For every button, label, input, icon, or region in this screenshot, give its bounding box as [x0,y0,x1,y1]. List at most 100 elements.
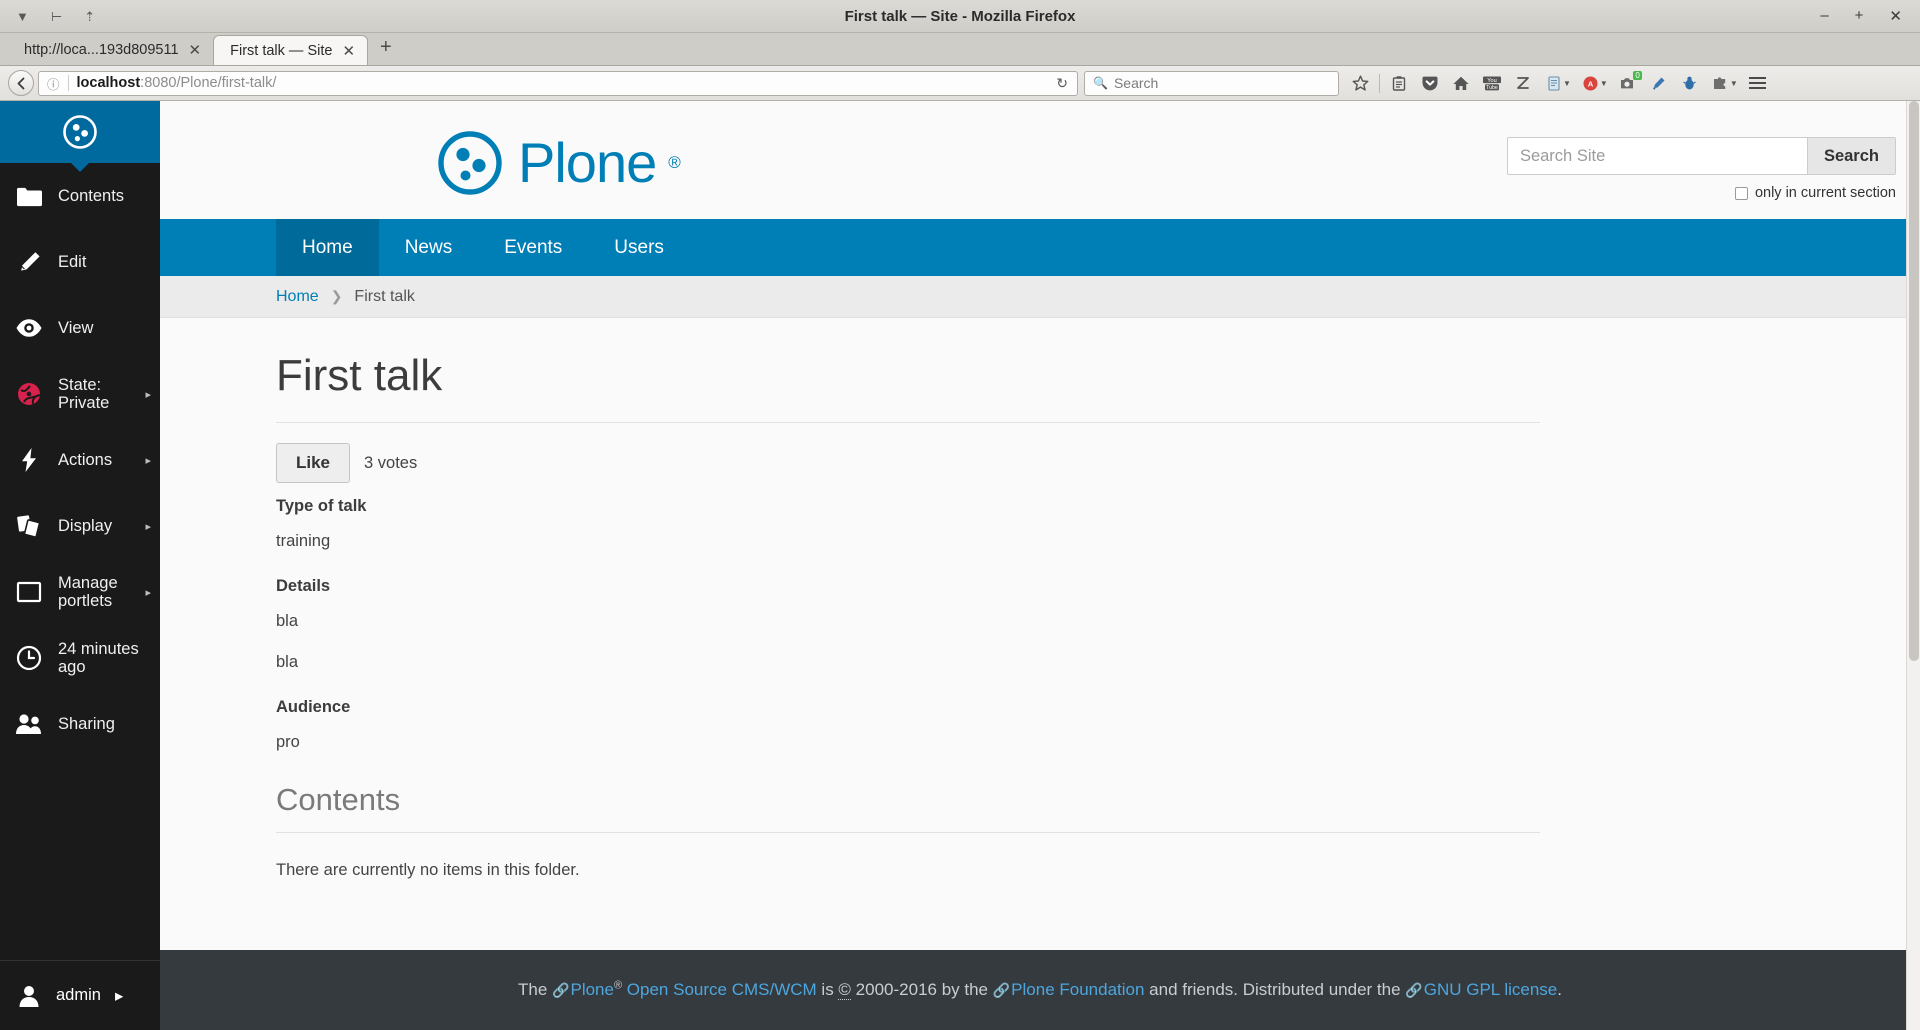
site-logo[interactable]: Plone ® [434,127,681,199]
site-search-area: Search Site Search only in current secti… [1507,127,1896,201]
urlbar-divider [68,75,69,91]
reload-icon[interactable]: ↻ [1051,75,1073,92]
site-header: Plone ® Search Site Search only in curre… [160,101,1920,219]
chevron-right-icon[interactable]: ▸ [145,454,151,467]
footer-text-2: is [817,980,839,999]
link-icon: 🔗 [1405,982,1423,998]
chevron-right-icon[interactable]: ▸ [145,388,151,401]
sidebar-item-state-private[interactable]: State: Private ▸ [0,361,160,427]
sidebar-item-label: Display [58,517,112,535]
content-area: First talk Like 3 votes Type of talk tra… [160,318,1920,950]
contents-section-title: Contents [276,782,1540,818]
caret-down-icon[interactable]: ▼ [16,10,29,23]
sidebar-item-actions[interactable]: Actions ▸ [0,427,160,493]
plone-logo-icon [434,127,506,199]
content-inner: First talk Like 3 votes Type of talk tra… [276,352,1636,880]
only-current-section-row[interactable]: only in current section [1735,185,1896,201]
home-icon[interactable] [1445,70,1476,97]
adblock-icon[interactable]: A [1575,70,1606,97]
address-bar[interactable]: ⓘ localhost:8080/Plone/first-talk/ ↻ [38,71,1078,96]
footer-years: 2000-2016 by the [851,980,993,999]
reader-list-icon[interactable] [1383,70,1414,97]
sidebar-item-history[interactable]: 24 minutes ago [0,625,160,691]
footer-link-cms[interactable]: Open Source CMS/WCM [622,980,817,999]
titlebar-left-icons: ▼ ⊢ ⇡ [0,10,95,23]
footer-text-4: . [1557,980,1562,999]
sidebar-item-contents[interactable]: Contents [0,163,160,229]
like-button[interactable]: Like [276,443,350,483]
browser-tab-1[interactable]: http://loca...193d809511 ✕ [8,35,213,65]
page-title: First talk [276,352,1540,400]
sidebar-item-manage-portlets[interactable]: Manage portlets ▸ [0,559,160,625]
firebug-icon[interactable] [1674,70,1705,97]
chevron-right-icon[interactable]: ▸ [145,520,151,533]
sidebar-item-sharing[interactable]: Sharing [0,691,160,757]
scrollbar-thumb[interactable] [1909,101,1919,661]
toolbar-divider [1379,74,1380,93]
greenshot-icon[interactable]: 0 [1612,70,1643,97]
tab-label: http://loca...193d809511 [24,42,179,58]
sidebar-item-label: State: Private [58,376,150,413]
footer-text-3: and friends. Distributed under the [1144,980,1405,999]
field-type-of-talk: Type of talk training [276,497,1540,551]
browser-tab-2[interactable]: First talk — Site ✕ [213,35,368,65]
footer-text-1: The [518,980,552,999]
field-value: training [276,532,1540,551]
page-document-icon[interactable] [1538,70,1569,97]
site-info-icon[interactable]: ⓘ [47,74,60,93]
sidebar-item-display[interactable]: Display ▸ [0,493,160,559]
footer-link-license[interactable]: GNU GPL license [1424,980,1558,999]
chevron-right-icon[interactable]: ▸ [115,986,123,1006]
footer-copyright-symbol: © [838,980,851,1000]
sidebar-item-view[interactable]: View [0,295,160,361]
breadcrumb-link-home[interactable]: Home [276,288,319,306]
sidebar-item-label: Contents [58,187,124,205]
sidebar-item-label: Manage portlets [58,574,150,611]
tab-close-icon[interactable]: ✕ [342,42,355,60]
sidebar-item-edit[interactable]: Edit [0,229,160,295]
svg-text:You: You [1487,77,1496,83]
field-audience: Audience pro [276,698,1540,752]
pocket-icon[interactable] [1414,70,1445,97]
back-button[interactable] [8,70,34,96]
youtube-icon[interactable]: You Tube [1476,70,1507,97]
portlets-rectangle-icon [14,581,44,603]
tab-close-icon[interactable]: ✕ [189,41,202,59]
site-search-input[interactable]: Search Site [1507,137,1807,175]
footer-link-foundation[interactable]: Plone Foundation [1011,980,1144,999]
nav-item-users[interactable]: Users [588,219,690,276]
tab-label: First talk — Site [230,43,332,59]
sidebar-item-label: 24 minutes ago [58,640,150,677]
new-tab-button[interactable]: + [368,36,404,62]
folder-icon [14,185,44,207]
bookmark-star-icon[interactable] [1345,70,1376,97]
extension-puzzle-icon[interactable] [1705,70,1736,97]
only-current-section-label: only in current section [1755,185,1896,201]
nav-item-events[interactable]: Events [478,219,588,276]
chevron-right-icon[interactable]: ▸ [145,586,151,599]
colorzilla-icon[interactable] [1643,70,1674,97]
browser-search-bar[interactable]: 🔍 Search [1084,71,1339,96]
footer-link-plone[interactable]: Plone [570,980,613,999]
field-value: bla [276,612,1540,631]
plone-toolbar-logo[interactable] [0,101,160,163]
zotero-icon[interactable] [1507,70,1538,97]
window-controls: – + ✕ [1820,7,1920,25]
svg-text:A: A [1588,79,1594,88]
page-scrollbar[interactable] [1906,101,1920,1030]
panel-icon[interactable]: ⊢ [51,10,62,23]
contents-section-divider [276,832,1540,833]
site-search-button[interactable]: Search [1807,137,1896,175]
only-current-section-checkbox[interactable] [1735,187,1748,200]
sidebar-user-admin[interactable]: admin ▸ [0,960,160,1030]
close-window-button[interactable]: ✕ [1889,7,1902,25]
nav-item-home[interactable]: Home [276,219,379,276]
maximize-button[interactable]: + [1855,7,1864,25]
nav-item-news[interactable]: News [379,219,479,276]
page-viewport: Contents Edit View State: Private ▸ [0,101,1920,1030]
people-icon [14,712,44,736]
arrow-up-icon[interactable]: ⇡ [84,10,95,23]
minimize-button[interactable]: – [1820,7,1828,25]
hamburger-menu-icon[interactable] [1742,70,1773,97]
adblock-count-badge: 0 [1633,71,1641,80]
